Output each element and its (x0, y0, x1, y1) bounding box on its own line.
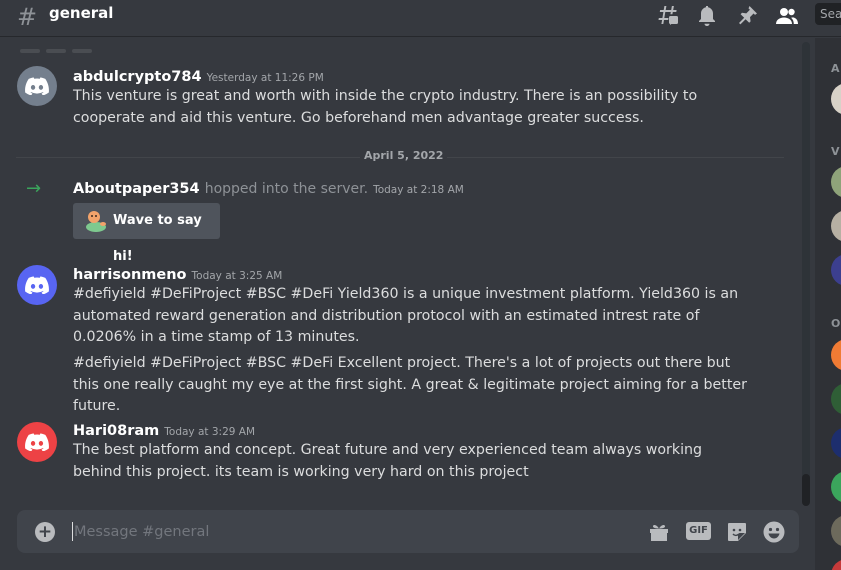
member-avatar[interactable] (831, 427, 841, 459)
member-avatar[interactable] (831, 383, 841, 415)
join-text: hopped into the server. (204, 181, 369, 197)
member-avatar[interactable] (831, 339, 841, 371)
avatar[interactable] (17, 66, 57, 106)
join-arrow-icon: → (26, 178, 42, 199)
channel-header: # general Search (0, 0, 841, 37)
emoji-icon[interactable] (762, 520, 786, 544)
joined-user-name[interactable]: Aboutpaper354 (73, 181, 200, 197)
scrollbar-thumb[interactable] (802, 474, 810, 506)
timestamp: Today at 3:25 AM (191, 270, 283, 282)
search-input[interactable]: Search (815, 3, 841, 25)
timestamp: Today at 2:18 AM (373, 184, 464, 196)
threads-icon[interactable] (656, 4, 680, 28)
member-avatar[interactable] (831, 471, 841, 503)
plus-icon: + (37, 522, 53, 542)
wave-button[interactable]: Wave to say hi! (73, 203, 220, 264)
member-avatar[interactable] (831, 515, 841, 547)
gif-button[interactable]: GIF (686, 522, 711, 540)
member-list: A V O (815, 38, 841, 570)
member-avatar[interactable] (831, 559, 841, 570)
pin-icon[interactable] (735, 4, 759, 28)
avatar[interactable] (17, 265, 57, 305)
message-header: Hari08ram Today at 3:29 AM (73, 420, 255, 440)
discord-logo-icon (25, 433, 49, 451)
message-content: The best platform and concept. Great fut… (73, 442, 703, 480)
discord-logo-icon (25, 276, 49, 294)
hashtag-icon: # (17, 3, 38, 31)
message-item: Hari08ram Today at 3:29 AM The best platf… (0, 420, 790, 486)
bell-icon[interactable] (695, 4, 719, 28)
upload-plus-button[interactable]: + (35, 522, 55, 542)
message-content: #defiyield #DeFiProject #BSC #DeFi Excel… (73, 355, 747, 414)
channel-name: general (49, 4, 114, 22)
member-avatar[interactable] (831, 166, 841, 198)
gift-icon[interactable] (647, 520, 671, 544)
message-header: harrisonmeno Today at 3:25 AM (73, 264, 282, 284)
message-list: abdulcrypto784 Yesterday at 11:26 PM This… (0, 38, 800, 503)
message-composer: + GIF (17, 510, 799, 553)
message-header: abdulcrypto784 Yesterday at 11:26 PM (73, 66, 324, 86)
author-name[interactable]: harrisonmeno (73, 267, 187, 283)
text-caret (72, 522, 73, 541)
scrollbar-track[interactable] (802, 42, 810, 502)
member-avatar[interactable] (831, 83, 841, 115)
wave-sticker-icon (86, 211, 106, 232)
member-list-icon[interactable] (775, 4, 799, 28)
join-message: Aboutpaper354 hopped into the server. Tod… (73, 178, 464, 200)
date-divider-label: April 5, 2022 (360, 149, 448, 163)
message-content: This venture is great and worth with ins… (73, 88, 698, 126)
timestamp: Yesterday at 11:26 PM (206, 72, 324, 84)
timestamp: Today at 3:29 AM (164, 426, 256, 438)
member-avatar[interactable] (831, 254, 841, 286)
member-category-label: O (831, 317, 841, 330)
message-item: harrisonmeno Today at 3:25 AM #defiyield … (0, 264, 790, 414)
discord-logo-icon (25, 77, 49, 95)
member-category-label: V (831, 145, 840, 158)
avatar[interactable] (17, 422, 57, 462)
join-event: → Aboutpaper354 hopped into the server. T… (0, 178, 790, 265)
message-content: #defiyield #DeFiProject #BSC #DeFi Yield… (73, 286, 739, 345)
sticker-icon[interactable] (725, 520, 749, 544)
member-category-label: A (831, 62, 840, 75)
message-item: abdulcrypto784 Yesterday at 11:26 PM This… (0, 66, 790, 132)
message-input[interactable] (74, 519, 624, 544)
author-name[interactable]: Hari08ram (73, 423, 159, 439)
cut-off-previous-message (20, 38, 110, 53)
author-name[interactable]: abdulcrypto784 (73, 69, 202, 85)
member-avatar[interactable] (831, 210, 841, 242)
